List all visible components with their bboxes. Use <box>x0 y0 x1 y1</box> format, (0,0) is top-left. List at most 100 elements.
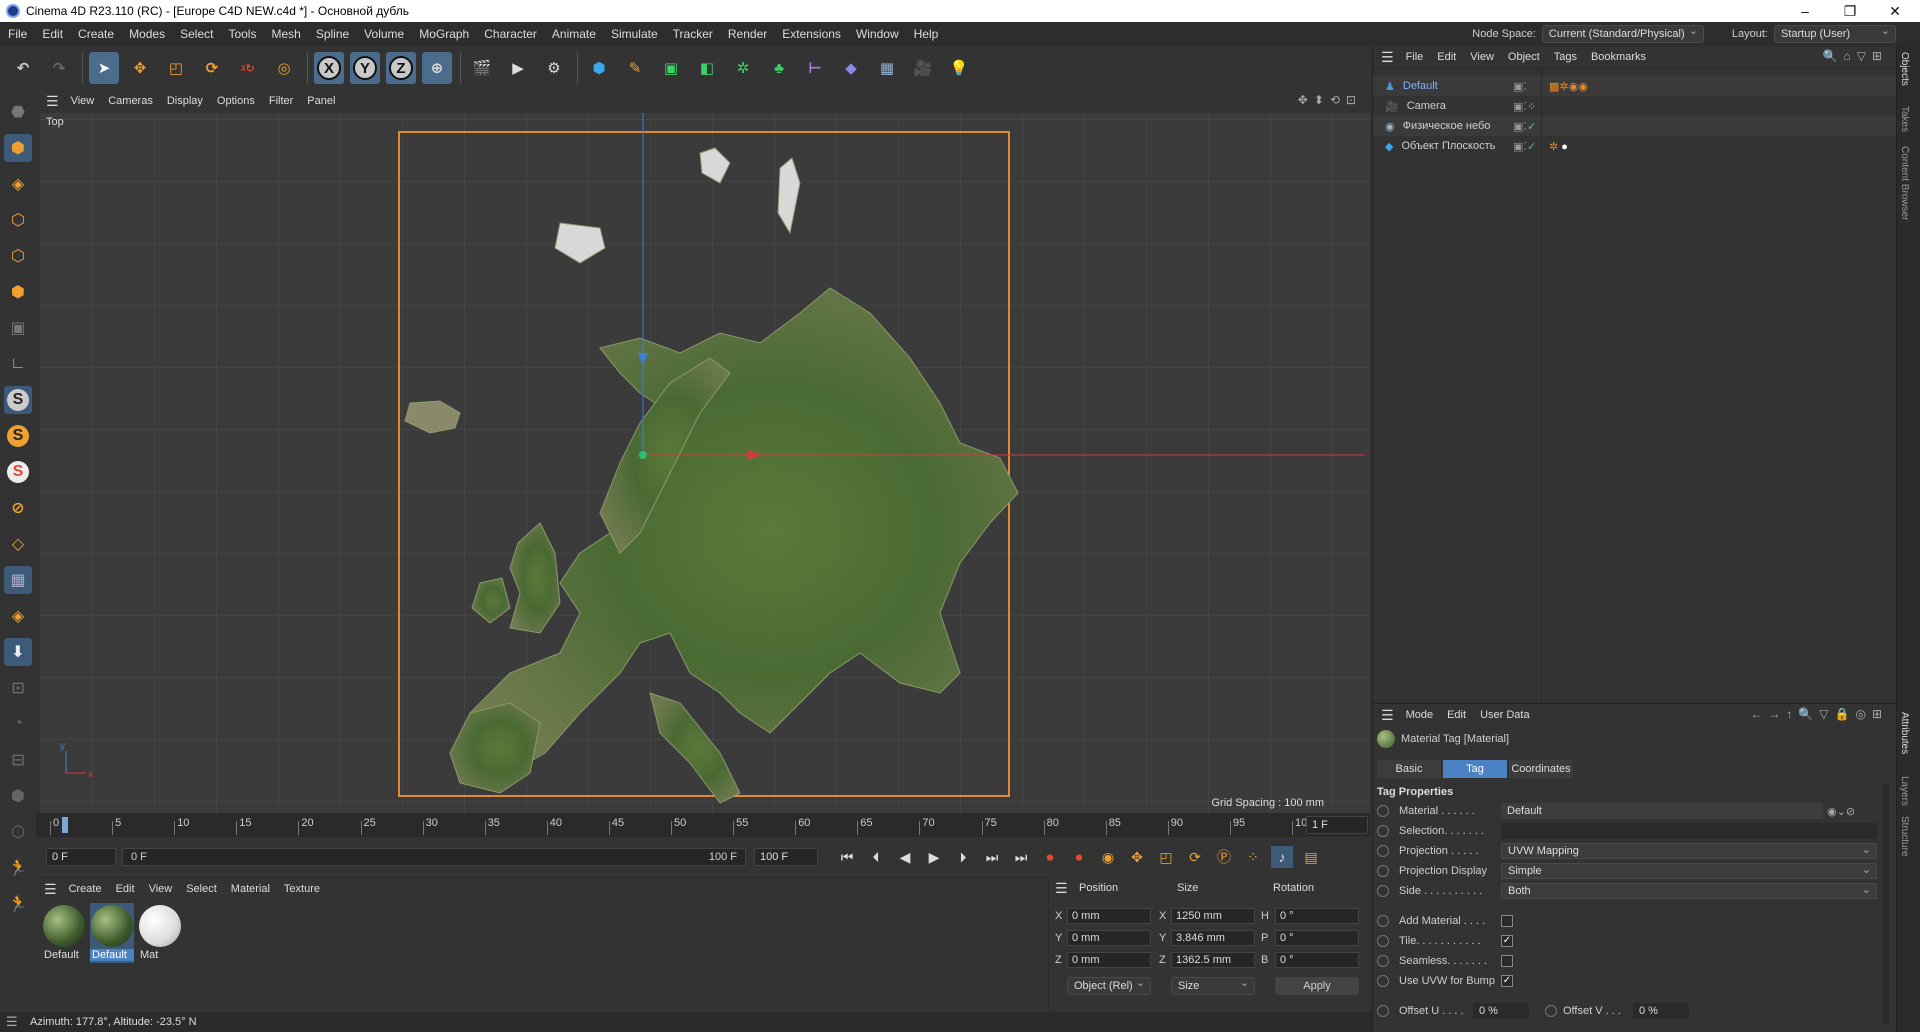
light-icon[interactable]: 💡 <box>944 52 974 84</box>
side-tab-layers[interactable]: Layers <box>1899 776 1910 806</box>
animate-radio[interactable] <box>1377 885 1389 897</box>
object-menu-bookmarks[interactable]: Bookmarks <box>1591 51 1646 63</box>
hamburger-icon[interactable]: ☰ <box>6 1014 18 1030</box>
camera-tag-icon[interactable]: ⁘ <box>1527 100 1536 113</box>
pen-icon[interactable]: ✎ <box>620 52 650 84</box>
menu-tools[interactable]: Tools <box>228 27 256 41</box>
character-icon[interactable]: 🏃 <box>4 854 32 882</box>
cube-icon[interactable]: ⬢ <box>584 52 614 84</box>
viewport-top[interactable]: Top y x Grid Spacing: 100 mm <box>40 113 1370 813</box>
deformer-icon[interactable]: ⊢ <box>800 52 830 84</box>
attr-menu-user-data[interactable]: User Data <box>1480 709 1530 721</box>
material-link-field[interactable]: Default <box>1501 803 1823 819</box>
tweak-icon[interactable]: ⊘ <box>4 494 32 522</box>
animate-radio[interactable] <box>1377 825 1389 837</box>
menu-help[interactable]: Help <box>914 27 939 41</box>
menu-create[interactable]: Create <box>78 27 114 41</box>
object-menu-tags[interactable]: Tags <box>1554 51 1577 63</box>
add-material-checkbox[interactable] <box>1501 915 1513 927</box>
side-tab-structure[interactable]: Structure <box>1899 816 1910 857</box>
menu-mograph[interactable]: MoGraph <box>419 27 469 41</box>
material-menu-edit[interactable]: Edit <box>116 883 135 895</box>
next-keyframe-icon[interactable]: ⏭ <box>981 846 1003 868</box>
quantize-icon[interactable]: S <box>4 458 32 486</box>
enabled-check-icon[interactable]: ✓ <box>1527 140 1536 153</box>
menu-edit[interactable]: Edit <box>42 27 63 41</box>
close-button[interactable]: ✕ <box>1872 0 1918 22</box>
menu-simulate[interactable]: Simulate <box>611 27 658 41</box>
visibility-icon[interactable]: ▣⁚ <box>1513 100 1527 113</box>
current-frame-field[interactable]: 1 F <box>1306 816 1368 834</box>
viewport-menu-view[interactable]: View <box>71 95 95 107</box>
render-settings-icon[interactable]: ⚙ <box>539 52 569 84</box>
viewport-menu-filter[interactable]: Filter <box>269 95 293 107</box>
tab-coordinates[interactable]: Coordinates <box>1509 760 1573 778</box>
axis-lock-icon[interactable]: ⊟ <box>4 746 32 774</box>
viewport-menu-display[interactable]: Display <box>167 95 203 107</box>
maximize-button[interactable]: ❐ <box>1827 0 1873 22</box>
rotation-p-field[interactable]: 0 ° <box>1275 930 1359 946</box>
tab-basic[interactable]: Basic <box>1377 760 1441 778</box>
camera-icon[interactable]: 🎥 <box>908 52 938 84</box>
start-frame-field[interactable]: 0 F <box>46 848 116 866</box>
apply-button[interactable]: Apply <box>1275 977 1359 995</box>
interpolation-icon[interactable]: ♪ <box>1271 846 1293 868</box>
snap-icon[interactable]: S <box>4 386 32 414</box>
menu-mesh[interactable]: Mesh <box>271 27 300 41</box>
key-pla-icon[interactable]: ⁘ <box>1242 846 1264 868</box>
go-to-start-icon[interactable]: ⏮ <box>836 846 858 868</box>
position-x-field[interactable]: 0 mm <box>1067 908 1151 924</box>
grid-icon[interactable]: ▦ <box>4 566 32 594</box>
record-icon[interactable]: ⏺ <box>1039 846 1061 868</box>
object-row-default[interactable]: ♟ Default ▣⁚ ▩✲◉◉ <box>1373 76 1897 96</box>
end-frame-field[interactable]: 100 F <box>754 848 818 866</box>
key-rotation-icon[interactable]: ⟳ <box>1184 846 1206 868</box>
node-space-dropdown[interactable]: Current (Standard/Physical) <box>1541 24 1704 43</box>
animate-radio[interactable] <box>1545 1005 1557 1017</box>
size-y-field[interactable]: 3.846 mm <box>1171 930 1255 946</box>
layout-dropdown[interactable]: Startup (User) <box>1774 24 1896 43</box>
hamburger-icon[interactable]: ☰ <box>1055 880 1068 897</box>
attr-menu-mode[interactable]: Mode <box>1406 709 1434 721</box>
menu-tracker[interactable]: Tracker <box>673 27 713 41</box>
hamburger-icon[interactable]: ☰ <box>46 93 59 110</box>
move-icon[interactable]: ✥ <box>125 52 155 84</box>
animate-radio[interactable] <box>1377 845 1389 857</box>
menu-spline[interactable]: Spline <box>316 27 349 41</box>
side-tab-objects[interactable]: Objects <box>1899 52 1910 86</box>
animate-radio[interactable] <box>1377 975 1389 987</box>
rotation-b-field[interactable]: 0 ° <box>1275 952 1359 968</box>
undo-icon[interactable]: ↶ <box>8 52 38 84</box>
menu-extensions[interactable]: Extensions <box>782 27 841 41</box>
visibility-icon[interactable]: ▣⁚ <box>1513 80 1527 93</box>
coordinate-mode-dropdown[interactable]: Object (Rel) <box>1067 976 1151 995</box>
make-editable-icon[interactable]: ⬣ <box>4 98 32 126</box>
menu-modes[interactable]: Modes <box>129 27 165 41</box>
material-menu-select[interactable]: Select <box>186 883 217 895</box>
seamless-checkbox[interactable] <box>1501 955 1513 967</box>
subdivision-icon[interactable]: ▣ <box>656 52 686 84</box>
attribute-scrollbar[interactable] <box>1883 784 1889 1024</box>
select-icon[interactable]: ➤ <box>89 52 119 84</box>
live-select-icon[interactable]: ◎ <box>269 52 299 84</box>
menu-render[interactable]: Render <box>728 27 767 41</box>
frame-range-slider[interactable]: 0 F 100 F <box>122 848 746 866</box>
object-menu-edit[interactable]: Edit <box>1437 51 1456 63</box>
cloner-icon[interactable]: ✲ <box>728 52 758 84</box>
floor-icon[interactable]: ▦ <box>872 52 902 84</box>
timeline-window-icon[interactable]: ▤ <box>1300 846 1322 868</box>
size-mode-dropdown[interactable]: Size <box>1171 976 1255 995</box>
field-icon[interactable]: ◆ <box>836 52 866 84</box>
material-swatch-selected[interactable]: Default <box>90 903 134 963</box>
tag-icons[interactable]: ▩✲◉◉ <box>1549 80 1588 93</box>
autokey-icon[interactable]: ⏺ <box>1068 846 1090 868</box>
render-view-icon[interactable]: ▶ <box>503 52 533 84</box>
side-tab-attributes[interactable]: Attributes <box>1899 712 1910 754</box>
menu-select[interactable]: Select <box>180 27 213 41</box>
visibility-icon[interactable]: ▣⁚ <box>1513 120 1527 133</box>
xray-icon[interactable]: ⊡ <box>4 674 32 702</box>
locked-workplane-icon[interactable]: ◈ <box>4 602 32 630</box>
next-frame-icon[interactable]: ⏵ <box>952 846 974 868</box>
projection-display-dropdown[interactable]: Simple <box>1501 862 1877 879</box>
scale-icon[interactable]: ◰ <box>161 52 191 84</box>
